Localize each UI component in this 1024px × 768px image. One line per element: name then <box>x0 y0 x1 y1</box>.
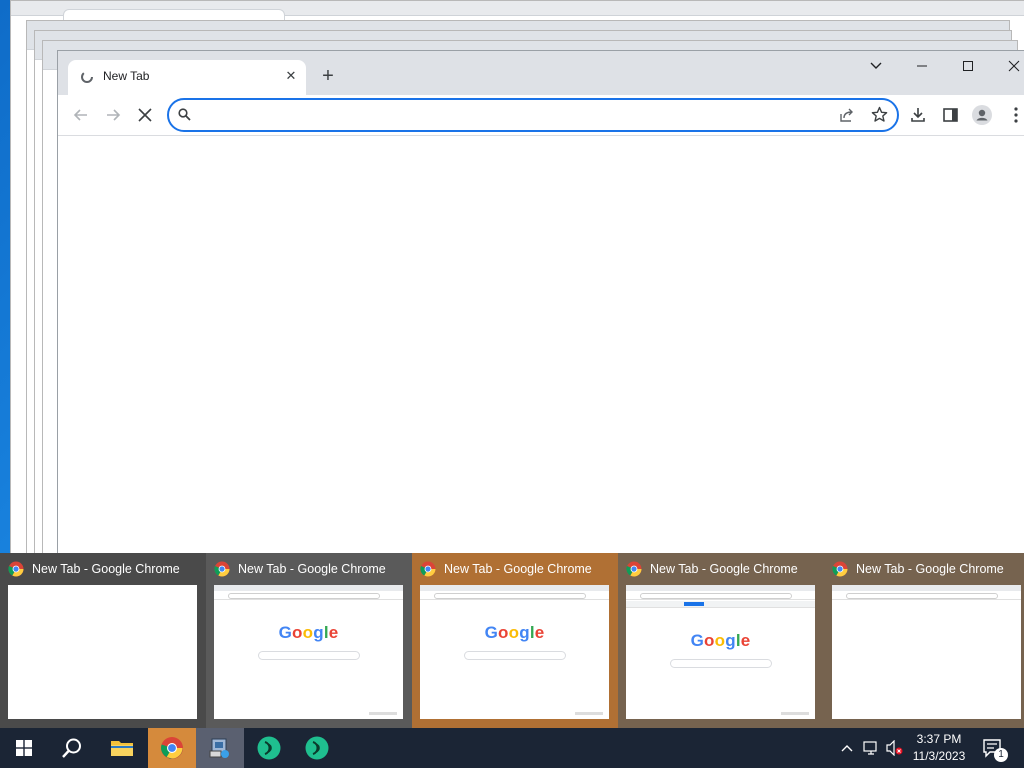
window-thumbnail[interactable]: New Tab - Google Chrome Google <box>618 553 824 728</box>
download-icon <box>911 108 925 122</box>
installer-icon <box>209 738 229 758</box>
thumbnail-preview <box>832 585 1021 719</box>
thumbnail-title: New Tab - Google Chrome <box>856 562 1004 576</box>
google-search-box <box>670 659 772 668</box>
chrome-taskbar-button[interactable] <box>148 728 196 768</box>
green-app-icon <box>305 736 329 760</box>
thumbnail-title: New Tab - Google Chrome <box>32 562 180 576</box>
app-taskbar-button[interactable] <box>294 728 340 768</box>
stop-icon <box>138 108 152 122</box>
show-hidden-icons-button[interactable] <box>836 728 858 768</box>
menu-button[interactable] <box>1003 103 1024 127</box>
green-app-icon <box>257 736 281 760</box>
system-clock[interactable]: 3:37 PM 11/3/2023 <box>906 731 972 765</box>
taskbar: 3:37 PM 11/3/2023 1 <box>0 728 1024 768</box>
network-icon <box>863 741 877 755</box>
volume-muted-icon <box>886 740 903 756</box>
window-thumbnail[interactable]: New Tab - Google Chrome <box>0 553 206 728</box>
thumbnail-title: New Tab - Google Chrome <box>238 562 386 576</box>
search-button[interactable] <box>48 728 96 768</box>
close-tab-icon[interactable]: ✕ <box>282 67 300 85</box>
chevron-up-icon <box>841 745 853 752</box>
loading-spinner-icon <box>81 71 93 83</box>
chrome-icon <box>420 561 436 577</box>
stop-loading-button[interactable] <box>132 103 158 127</box>
folder-icon <box>111 741 133 756</box>
chrome-icon <box>626 561 642 577</box>
downloads-button[interactable] <box>905 103 931 127</box>
clock-date: 11/3/2023 <box>912 749 966 763</box>
profile-button[interactable] <box>969 103 995 127</box>
tab-title: New Tab <box>103 69 150 83</box>
thumbnail-title: New Tab - Google Chrome <box>650 562 798 576</box>
close-window-button[interactable] <box>991 51 1024 81</box>
google-search-box <box>464 651 566 660</box>
profile-avatar-icon <box>972 105 992 125</box>
taskbar-thumbnail-strip: New Tab - Google Chrome New Tab - Google … <box>0 553 1024 728</box>
bookmark-star-icon[interactable] <box>871 106 888 123</box>
minimize-icon <box>917 65 927 67</box>
address-bar[interactable] <box>167 98 899 132</box>
chrome-icon <box>832 561 848 577</box>
clock-time: 3:37 PM <box>916 732 962 746</box>
minimize-button[interactable] <box>899 51 945 81</box>
google-logo: Google <box>484 623 545 642</box>
chrome-window: New Tab ✕ + <box>57 50 1024 554</box>
google-logo: Google <box>278 623 339 642</box>
notification-center-button[interactable]: 1 <box>978 728 1008 768</box>
thumbnail-preview <box>8 585 197 719</box>
thumbnail-title: New Tab - Google Chrome <box>444 562 592 576</box>
chrome-icon <box>8 561 24 577</box>
window-thumbnail[interactable]: New Tab - Google Chrome Google <box>206 553 412 728</box>
volume-button[interactable] <box>884 728 906 768</box>
file-explorer-button[interactable] <box>98 728 146 768</box>
new-tab-button[interactable]: + <box>316 65 340 89</box>
side-panel-icon <box>942 108 958 122</box>
search-icon <box>178 108 191 121</box>
maximize-button[interactable] <box>945 51 991 81</box>
installer-taskbar-button[interactable] <box>196 728 244 768</box>
share-icon[interactable] <box>839 107 855 123</box>
close-icon <box>1008 60 1020 72</box>
chrome-icon <box>161 737 183 759</box>
tab-search-button[interactable] <box>853 51 899 81</box>
network-button[interactable] <box>860 728 882 768</box>
tab-new-tab[interactable]: New Tab ✕ <box>68 60 306 95</box>
windows-logo-icon <box>16 740 32 756</box>
side-panel-button[interactable] <box>937 103 963 127</box>
back-button[interactable] <box>68 103 94 127</box>
window-thumbnail[interactable]: New Tab - Google Chrome Google <box>412 553 618 728</box>
address-input[interactable] <box>203 105 827 127</box>
search-icon <box>62 738 81 758</box>
chrome-icon <box>214 561 230 577</box>
google-logo: Google <box>690 631 751 650</box>
forward-button[interactable] <box>100 103 126 127</box>
app-taskbar-button[interactable] <box>246 728 292 768</box>
thumbnail-preview: Google <box>214 585 403 719</box>
forward-arrow-icon <box>107 109 121 121</box>
kebab-menu-icon <box>1014 107 1018 123</box>
title-bar[interactable]: New Tab ✕ + <box>58 51 1024 95</box>
chevron-down-icon <box>870 62 882 69</box>
back-arrow-icon <box>73 109 87 121</box>
page-content[interactable] <box>58 136 1024 553</box>
start-button[interactable] <box>0 728 48 768</box>
thumbnail-preview: Google <box>626 585 815 719</box>
browser-toolbar <box>58 95 1024 136</box>
window-thumbnail[interactable]: New Tab - Google Chrome <box>824 553 1024 728</box>
thumbnail-preview: Google <box>420 585 609 719</box>
maximize-icon <box>963 61 973 71</box>
google-search-box <box>258 651 360 660</box>
notification-count-badge: 1 <box>994 748 1008 762</box>
